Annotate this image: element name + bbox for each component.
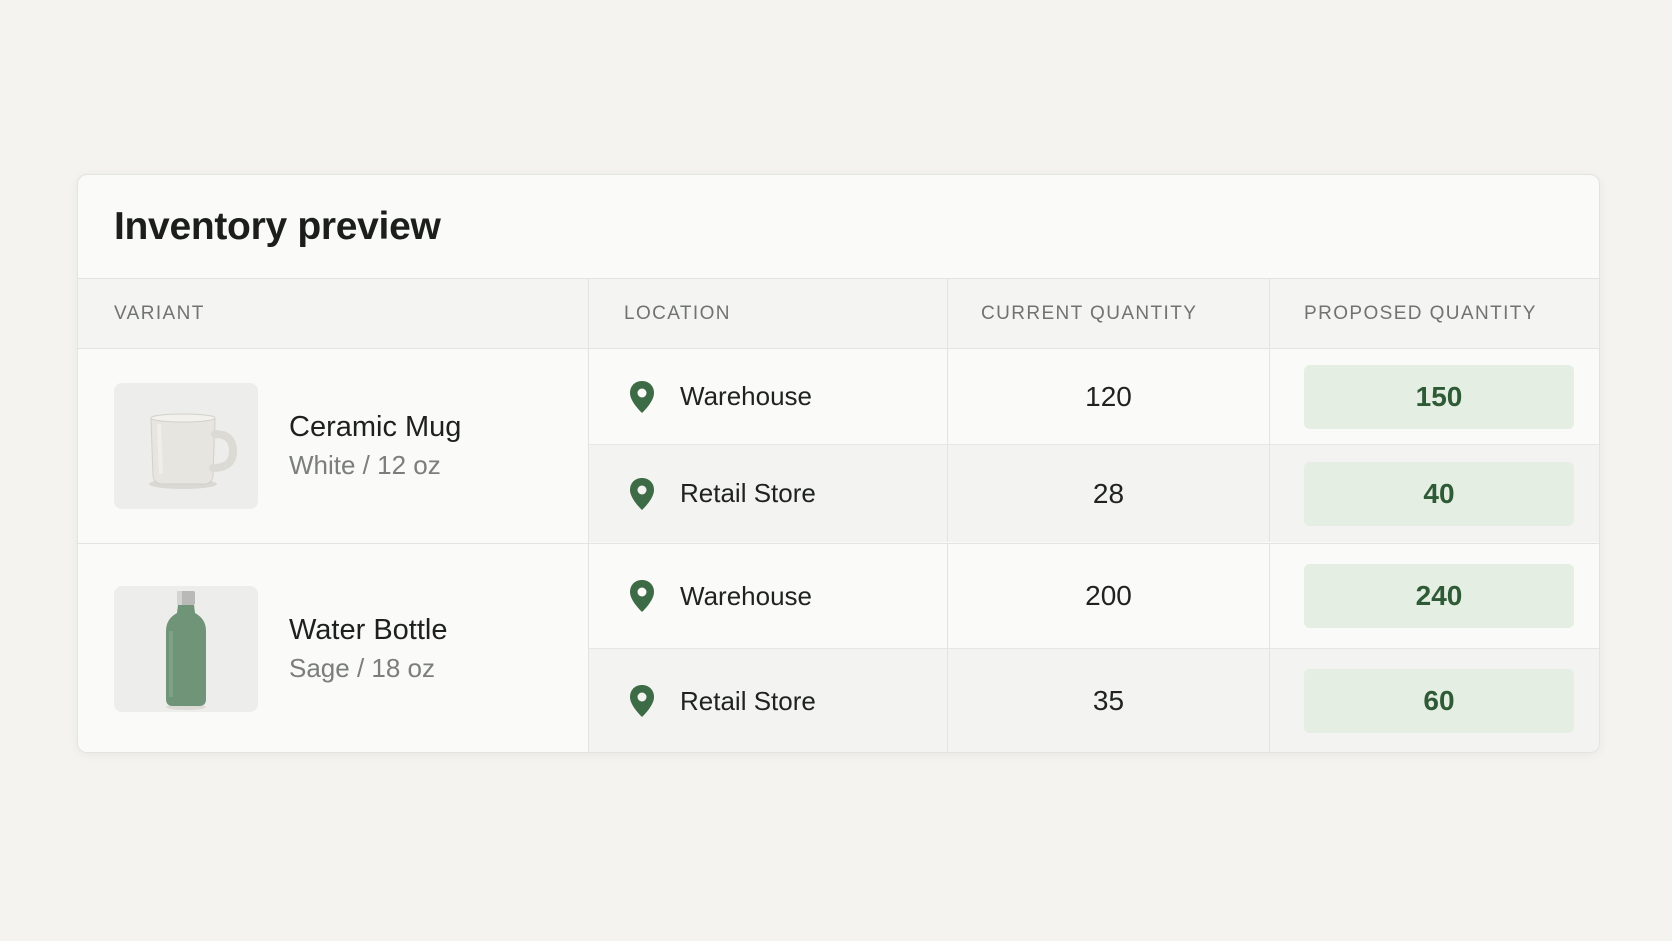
variant-cell: Ceramic Mug White / 12 oz (78, 349, 589, 543)
location-name: Warehouse (680, 381, 812, 411)
variant-name: Water Bottle (289, 614, 448, 646)
table-row: Retail Store 35 60 (589, 649, 1599, 752)
product-group-ceramic-mug: Ceramic Mug White / 12 oz Warehouse 120 … (78, 349, 1599, 544)
column-header-variant: VARIANT (78, 279, 589, 348)
bottle-image (114, 586, 258, 712)
mug-image (114, 383, 258, 509)
table-row: Retail Store 28 40 (589, 445, 1599, 542)
current-quantity: 28 (948, 445, 1270, 542)
location-pin-icon (630, 380, 654, 413)
location-cell: Retail Store (589, 649, 948, 752)
current-quantity: 35 (948, 649, 1270, 752)
inventory-preview-card: Inventory preview VARIANT LOCATION CURRE… (77, 174, 1600, 753)
column-header-location: LOCATION (589, 279, 948, 348)
table-header: VARIANT LOCATION CURRENT QUANTITY PROPOS… (78, 279, 1599, 349)
column-header-current-quantity: CURRENT QUANTITY (948, 279, 1270, 348)
variant-option: Sage / 18 oz (289, 653, 435, 683)
card-title: Inventory preview (78, 175, 1599, 279)
proposed-quantity-field[interactable]: 240 (1304, 564, 1574, 628)
variant-option: White / 12 oz (289, 450, 441, 480)
proposed-quantity-field[interactable]: 40 (1304, 461, 1574, 526)
location-cell: Retail Store (589, 445, 948, 542)
current-quantity: 120 (948, 349, 1270, 444)
location-pin-icon (630, 685, 654, 717)
location-name: Retail Store (680, 478, 816, 508)
location-pin-icon (630, 477, 654, 510)
proposed-quantity-field[interactable]: 60 (1304, 669, 1574, 733)
proposed-quantity-field[interactable]: 150 (1304, 364, 1574, 429)
location-cell: Warehouse (589, 544, 948, 648)
variant-cell: Water Bottle Sage / 18 oz (78, 544, 589, 752)
table-row: Warehouse 200 240 (589, 544, 1599, 649)
variant-name: Ceramic Mug (289, 411, 462, 443)
column-header-proposed-quantity: PROPOSED QUANTITY (1304, 302, 1537, 324)
current-quantity: 200 (948, 544, 1270, 648)
location-cell: Warehouse (589, 349, 948, 444)
table-row: Warehouse 120 150 (589, 349, 1599, 445)
location-pin-icon (630, 580, 654, 612)
location-name: Retail Store (680, 685, 816, 716)
location-name: Warehouse (680, 580, 812, 611)
product-group-water-bottle: Water Bottle Sage / 18 oz Warehouse 200 … (78, 544, 1599, 752)
